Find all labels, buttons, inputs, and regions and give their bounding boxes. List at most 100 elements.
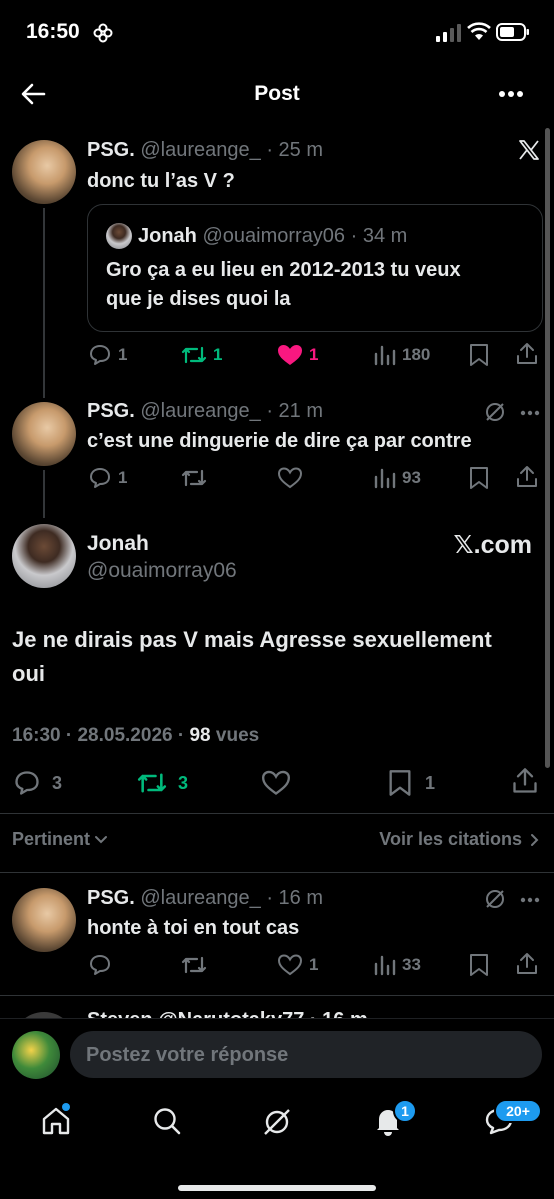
repost-button[interactable] [181, 466, 207, 490]
avatar[interactable] [12, 402, 76, 466]
post-time: · 16 m [266, 887, 323, 909]
chevron-right-icon [531, 833, 539, 846]
like-button[interactable] [277, 466, 303, 490]
author-line: PSG. @laureange_ · 21 m [87, 400, 323, 423]
tab-bar: 1 20+ [0, 1090, 554, 1199]
sort-dropdown[interactable]: Pertinent [12, 829, 108, 850]
author-handle[interactable]: @laureange_ [140, 139, 260, 161]
author-name[interactable]: PSG. [87, 139, 135, 161]
reply-count: 3 [52, 772, 63, 793]
author-name[interactable]: PSG. [87, 400, 135, 422]
share-icon[interactable] [511, 767, 539, 795]
bookmark-icon[interactable] [469, 343, 489, 367]
status-time: 16:50 [26, 20, 80, 43]
reply-input[interactable]: Postez votre réponse [70, 1031, 542, 1078]
like-button[interactable] [260, 769, 292, 797]
avatar[interactable] [12, 524, 76, 588]
quote-author-handle: @ouaimorray06 [202, 225, 346, 247]
quote-author-name: Jonah [138, 225, 197, 247]
search-icon[interactable] [152, 1106, 182, 1136]
post-text: donc tu l’as V ? [87, 170, 235, 192]
partial-reply: Steven @Narutotaky77 · 16 m [0, 996, 554, 1018]
more-options-icon[interactable] [498, 90, 524, 98]
partial-reply-line: Steven @Narutotaky77 · 16 m [87, 1009, 368, 1018]
focus-icon [92, 22, 114, 44]
views-count: 180 [402, 345, 431, 364]
avatar [106, 223, 132, 249]
reply-button[interactable] [88, 953, 112, 977]
views-button[interactable]: 93 [374, 466, 421, 490]
reply-button[interactable]: 3 [12, 769, 62, 797]
notifications-badge: 1 [393, 1099, 417, 1123]
reply-button[interactable]: 1 [88, 466, 127, 490]
quote-text-line: Gro ça a eu lieu en 2012-2013 tu veux [106, 259, 461, 281]
bookmark-icon[interactable] [469, 466, 489, 490]
reply-input-placeholder: Postez votre réponse [86, 1044, 289, 1066]
share-icon[interactable] [515, 465, 539, 489]
quoted-post[interactable]: Jonah @ouaimorray06 · 34 m Gro ça a eu l… [87, 204, 543, 332]
bookmark-button[interactable]: 1 [387, 769, 435, 797]
grok-icon[interactable] [484, 401, 506, 423]
views-button[interactable]: 180 [374, 343, 430, 367]
avatar[interactable] [12, 1031, 60, 1079]
views-count: 93 [402, 468, 421, 487]
author-name[interactable]: Jonah [87, 532, 149, 556]
signal-icon [436, 24, 462, 42]
grok-icon[interactable] [261, 1106, 293, 1138]
repost-button[interactable]: 1 [181, 343, 222, 367]
view-quotes-link[interactable]: Voir les citations [340, 829, 540, 850]
repost-count: 3 [178, 772, 189, 793]
author-line: PSG. @laureange_ · 16 m [87, 887, 323, 910]
repost-button[interactable]: 3 [136, 769, 188, 797]
grok-icon[interactable] [484, 888, 506, 910]
post-time: · 25 m [266, 139, 323, 161]
reply-button[interactable]: 1 [88, 343, 127, 367]
page-title: Post [254, 82, 300, 105]
messages-badge: 20+ [494, 1099, 542, 1123]
reply-composer: Postez votre réponse [0, 1018, 554, 1091]
sort-label: Pertinent [12, 829, 91, 849]
author-line: PSG. @laureange_ · 25 m [87, 139, 323, 162]
thread-line [43, 208, 45, 398]
repost-button[interactable] [181, 953, 207, 977]
views-button[interactable]: 33 [374, 953, 421, 977]
source-label: 𝕏.com [453, 531, 533, 559]
quote-time: · 34 m [350, 225, 408, 247]
quote-author-line: Jonah @ouaimorray06 · 34 m [138, 225, 407, 248]
x-logo-icon [518, 139, 540, 161]
post-timestamp: 16:30 · 28.05.2026 · [12, 725, 185, 746]
scrollbar[interactable] [545, 128, 550, 768]
battery-icon [496, 23, 530, 41]
avatar[interactable] [12, 140, 76, 204]
home-indicator [178, 1185, 376, 1191]
divider [0, 813, 554, 814]
bookmark-count: 1 [425, 772, 436, 793]
like-button[interactable]: 1 [277, 953, 318, 977]
quote-text-line: que je dises quoi la [106, 288, 291, 310]
share-icon[interactable] [515, 342, 539, 366]
thread-line [43, 470, 45, 518]
post-text-line: Je ne dirais pas V mais Agresse sexuelle… [12, 627, 492, 652]
author-name[interactable]: PSG. [87, 887, 135, 909]
author-handle[interactable]: @ouaimorray06 [87, 559, 237, 583]
view-quotes-label: Voir les citations [379, 829, 522, 849]
views-label: vues [215, 725, 260, 746]
author-handle[interactable]: @laureange_ [140, 887, 260, 909]
reply-count: 1 [118, 345, 128, 364]
reply-count: 1 [118, 468, 128, 487]
author-handle[interactable]: @laureange_ [140, 400, 260, 422]
like-count: 1 [309, 345, 319, 364]
divider [0, 872, 554, 873]
like-button[interactable]: 1 [277, 343, 318, 367]
home-unread-dot [62, 1103, 70, 1111]
repost-count: 1 [213, 345, 223, 364]
bookmark-icon[interactable] [469, 953, 489, 977]
post-metadata: 16:30 · 28.05.2026 · 98 vues [12, 725, 259, 747]
post-text: c’est une dinguerie de dire ça par contr… [87, 430, 472, 452]
views-count: 98 [189, 725, 211, 746]
more-options-icon[interactable] [520, 897, 540, 903]
avatar[interactable] [12, 888, 76, 952]
more-options-icon[interactable] [520, 410, 540, 416]
share-icon[interactable] [515, 952, 539, 976]
post-text: honte à toi en tout cas [87, 917, 300, 939]
